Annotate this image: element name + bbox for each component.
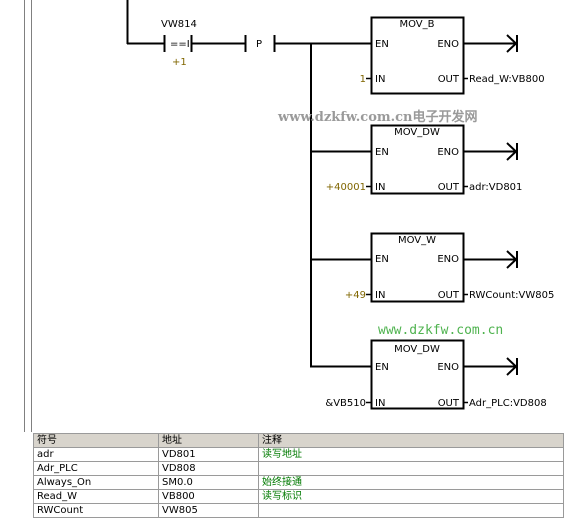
address-cell[interactable]: VD801 (158, 447, 259, 462)
symbol-table: 符号 地址 注释 adr VD801 读写地址 Adr_PLC VD808 Al… (33, 433, 564, 518)
table-row[interactable]: Always_On SM0.0 始终接通 (33, 475, 564, 490)
mov-block-3[interactable]: MOV_W EN ENO IN OUT +49 RWCount:VW805 (345, 232, 554, 303)
watermark-1: www.dzkfw.com.cn电子开发网 (277, 109, 478, 125)
out-value: RWCount:VW805 (469, 290, 554, 301)
positive-transition-contact[interactable]: P (244, 35, 276, 52)
table-row[interactable]: Read_W VB800 读写标识 (33, 489, 564, 504)
in-label: IN (375, 290, 385, 301)
ladder-diagram: VW814 ==I +1 P MOV_B EN ENO IN OUT 1 Rea… (24, 0, 554, 432)
eno-label: ENO (437, 254, 459, 265)
comment-cell[interactable]: 读写标识 (258, 489, 564, 504)
comment-cell[interactable]: 始终接通 (258, 475, 564, 490)
header-symbol[interactable]: 符号 (33, 433, 159, 448)
table-row[interactable]: Adr_PLC VD808 (33, 461, 564, 476)
in-label: IN (375, 182, 385, 193)
mov-block-1[interactable]: MOV_B EN ENO IN OUT 1 Read_W:VB800 (360, 16, 545, 95)
mov-block-4[interactable]: MOV_DW EN ENO IN OUT &VB510 Adr_PLC:VD80… (325, 339, 547, 410)
out-value: adr:VD801 (469, 182, 522, 193)
address-cell[interactable]: VB800 (158, 489, 259, 504)
contact-value: +1 (172, 57, 187, 68)
address-cell[interactable]: SM0.0 (158, 475, 259, 490)
p-label: P (256, 39, 262, 50)
compare-contact[interactable]: VW814 ==I +1 (161, 19, 197, 68)
in-value: &VB510 (325, 398, 366, 409)
out-label: OUT (438, 398, 460, 409)
out-label: OUT (438, 290, 460, 301)
in-value: 1 (360, 74, 366, 85)
comment-cell[interactable] (258, 461, 564, 476)
header-address[interactable]: 地址 (158, 433, 259, 448)
contact-operator: ==I (170, 39, 190, 50)
in-value: +40001 (326, 182, 366, 193)
out-label: OUT (438, 74, 460, 85)
block-name: MOV_W (398, 235, 436, 246)
en-label: EN (375, 362, 389, 373)
eno-label: ENO (437, 147, 459, 158)
out-value: Adr_PLC:VD808 (469, 398, 547, 409)
in-label: IN (375, 398, 385, 409)
block-name: MOV_DW (394, 344, 440, 355)
en-label: EN (375, 39, 389, 50)
out-label: OUT (438, 182, 460, 193)
table-row[interactable]: adr VD801 读写地址 (33, 447, 564, 462)
block-name: MOV_B (399, 19, 434, 30)
comment-cell[interactable] (258, 503, 564, 518)
symbol-cell[interactable]: RWCount (33, 503, 159, 518)
symbol-cell[interactable]: Adr_PLC (33, 461, 159, 476)
header-comment[interactable]: 注释 (258, 433, 564, 448)
symbol-cell[interactable]: Read_W (33, 489, 159, 504)
eno-label: ENO (437, 362, 459, 373)
table-row[interactable]: RWCount VW805 (33, 503, 564, 518)
en-label: EN (375, 147, 389, 158)
address-cell[interactable]: VD808 (158, 461, 259, 476)
contact-operand: VW814 (161, 19, 197, 30)
out-value: Read_W:VB800 (469, 74, 545, 85)
en-label: EN (375, 254, 389, 265)
symbol-cell[interactable]: adr (33, 447, 159, 462)
symbol-cell[interactable]: Always_On (33, 475, 159, 490)
comment-cell[interactable]: 读写地址 (258, 447, 564, 462)
block-name: MOV_DW (394, 127, 440, 138)
eno-label: ENO (437, 39, 459, 50)
watermark-2: www.dzkfw.com.cn (378, 323, 503, 338)
address-cell[interactable]: VW805 (158, 503, 259, 518)
in-label: IN (375, 74, 385, 85)
symbol-table-header: 符号 地址 注释 (33, 433, 564, 448)
in-value: +49 (345, 290, 366, 301)
mov-block-2[interactable]: MOV_DW EN ENO IN OUT +40001 adr:VD801 (326, 124, 523, 195)
